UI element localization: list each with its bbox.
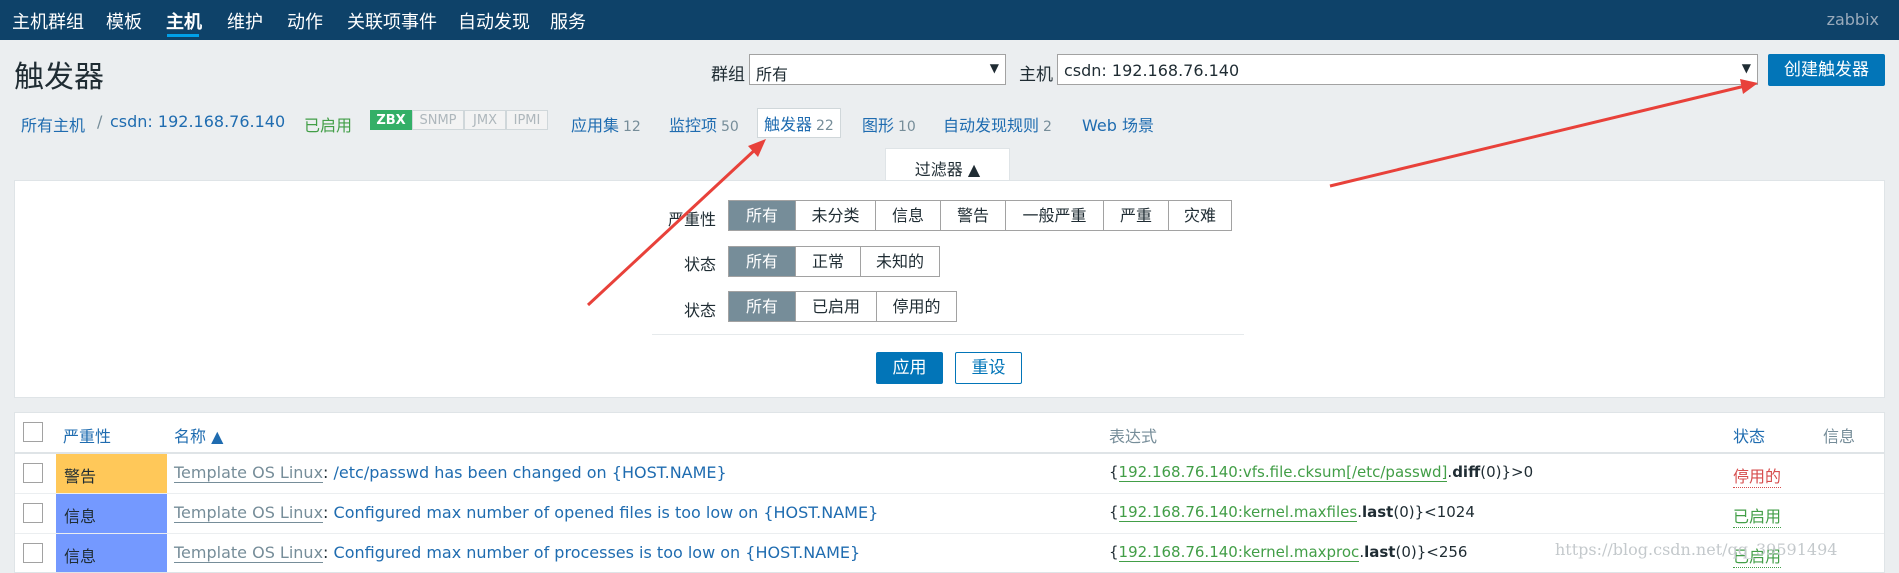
annotation-arrow-triggers [586,145,760,307]
annotation-arrow-create [1329,84,1746,188]
arrowhead-icon [1740,79,1758,94]
annotation-arrows [586,79,1758,307]
